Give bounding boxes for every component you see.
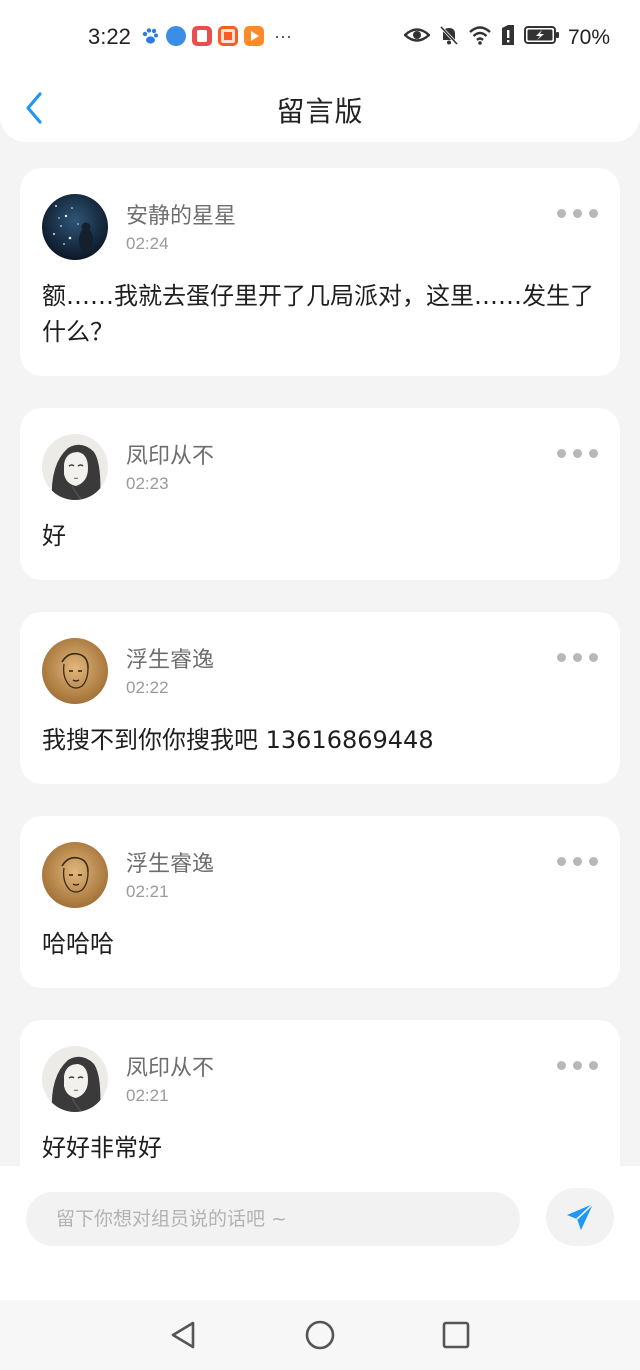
eye-icon — [403, 25, 431, 50]
dot-icon — [589, 208, 598, 218]
dot-icon — [573, 448, 582, 458]
wifi-icon — [468, 24, 492, 51]
more-notifications: ··· — [274, 26, 292, 46]
dot-icon — [589, 856, 598, 866]
globe-app-icon — [166, 26, 186, 46]
send-button[interactable] — [546, 1188, 614, 1246]
more-options-button[interactable] — [550, 204, 598, 222]
video-app-icon — [244, 26, 264, 46]
message-time: 02:22 — [126, 678, 169, 697]
circle-home-icon — [305, 1320, 335, 1350]
nav-back-button[interactable] — [166, 1317, 202, 1353]
status-indicators: 70% — [403, 24, 610, 51]
dot-icon — [557, 856, 566, 866]
page-title: 留言版 — [276, 95, 364, 128]
notification-app-icons: ··· — [140, 26, 292, 46]
more-options-button[interactable] — [550, 1056, 598, 1074]
starry-night-avatar[interactable] — [42, 194, 108, 260]
dot-icon — [557, 208, 566, 218]
message-text: 好 — [42, 522, 66, 550]
sim-alert-icon — [500, 24, 516, 51]
status-bar: 3:22 ··· 70% — [0, 0, 640, 76]
nav-recents-button[interactable] — [438, 1317, 474, 1353]
message-card: 安静的星星 02:24 额……我就去蛋仔里开了几局派对，这里……发生了什么？ — [20, 168, 620, 376]
sketch-girl-avatar[interactable] — [42, 434, 108, 500]
author-name: 凤印从不 — [126, 444, 215, 469]
message-time: 02:21 — [126, 882, 169, 901]
message-card: 浮生睿逸 02:21 哈哈哈 — [20, 816, 620, 988]
dot-icon — [573, 208, 582, 218]
status-time: 3:22 — [88, 24, 131, 49]
dot-icon — [589, 448, 598, 458]
dot-icon — [557, 448, 566, 458]
send-icon — [567, 1203, 594, 1230]
dot-icon — [589, 652, 598, 662]
message-input[interactable] — [26, 1192, 520, 1246]
message-card: 浮生睿逸 02:22 我搜不到你你搜我吧 13616869448 — [20, 612, 620, 784]
system-nav-bar — [0, 1300, 640, 1370]
triangle-back-icon — [171, 1321, 195, 1349]
author-name: 浮生睿逸 — [126, 852, 215, 877]
dot-icon — [557, 1060, 566, 1070]
sepia-sketch-avatar[interactable] — [42, 842, 108, 908]
screen: 3:22 ··· 70% 留言版 安静的星星 02:24 额……我就去蛋仔里开了… — [0, 0, 640, 1370]
dot-icon — [573, 1060, 582, 1070]
mute-bell-icon — [438, 24, 460, 51]
message-text: 我搜不到你你搜我吧 13616869448 — [42, 726, 434, 754]
composer-bar — [0, 1166, 640, 1300]
square-recents-icon — [442, 1321, 470, 1349]
message-text: 额……我就去蛋仔里开了几局派对，这里……发生了什么？ — [42, 282, 594, 346]
author-name: 凤印从不 — [126, 1056, 215, 1081]
book-app-icon — [192, 26, 212, 46]
message-time: 02:21 — [126, 1086, 169, 1105]
dot-icon — [573, 856, 582, 866]
dot-icon — [573, 652, 582, 662]
taobao-app-icon — [218, 26, 238, 46]
page-header: 留言版 — [0, 76, 640, 142]
sepia-sketch-avatar[interactable] — [42, 638, 108, 704]
message-time: 02:23 — [126, 474, 169, 493]
nav-home-button[interactable] — [302, 1317, 338, 1353]
more-options-button[interactable] — [550, 852, 598, 870]
author-name: 安静的星星 — [126, 204, 237, 229]
dot-icon — [589, 1060, 598, 1070]
battery-percent: 70% — [567, 25, 610, 49]
battery-icon — [523, 25, 560, 50]
more-options-button[interactable] — [550, 444, 598, 462]
top-panel: 3:22 ··· 70% 留言版 — [0, 0, 640, 142]
dot-icon — [557, 652, 566, 662]
message-text: 哈哈哈 — [42, 930, 114, 958]
message-time: 02:24 — [126, 234, 169, 253]
message-list[interactable]: 安静的星星 02:24 额……我就去蛋仔里开了几局派对，这里……发生了什么？ 凤… — [20, 168, 620, 1224]
paw-app-icon — [140, 26, 160, 46]
author-name: 浮生睿逸 — [126, 648, 215, 673]
sketch-girl-avatar[interactable] — [42, 1046, 108, 1112]
message-card: 凤印从不 02:23 好 — [20, 408, 620, 580]
message-text: 好好非常好 — [42, 1134, 162, 1162]
more-options-button[interactable] — [550, 648, 598, 666]
